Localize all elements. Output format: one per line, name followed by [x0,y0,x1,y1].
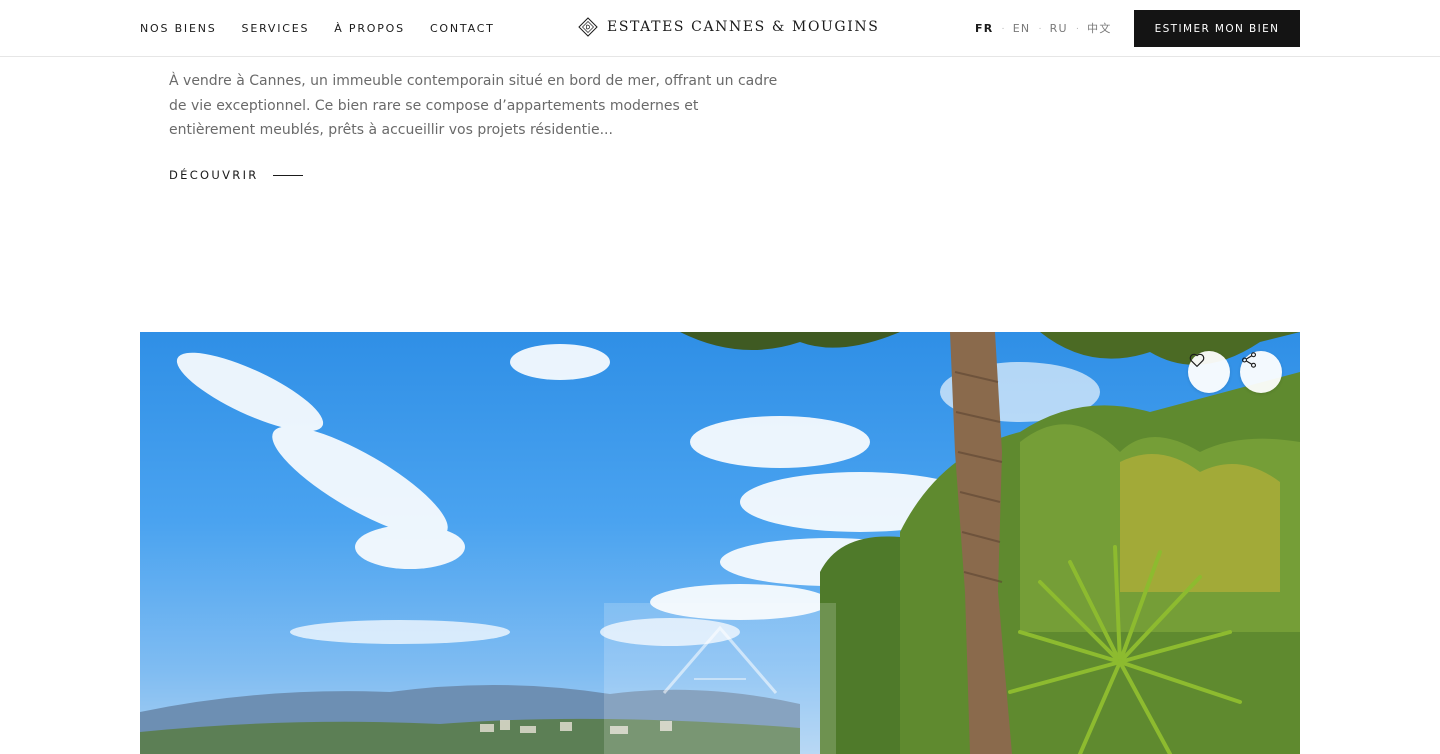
brand-logo[interactable]: ESTATES CANNES & MOUGINS [578,17,879,37]
nav-item-services[interactable]: SERVICES [242,22,310,35]
favorite-button[interactable] [1188,351,1230,393]
house-logo-icon [662,625,778,694]
listing-description: À vendre à Cannes, un immeuble contempor… [169,73,778,138]
nav-item-a-propos[interactable]: À PROPOS [334,22,405,35]
property-photo[interactable] [140,332,1300,754]
nav-item-nos-biens[interactable]: NOS BIENS [140,22,217,35]
share-button[interactable] [1240,351,1282,393]
discover-link[interactable]: DÉCOUVRIR [169,168,303,182]
diamond-logo-icon [578,17,598,37]
lang-separator: · [1075,22,1080,34]
brand-name: ESTATES CANNES & MOUGINS [607,19,880,35]
nav-item-contact[interactable]: CONTACT [430,22,495,35]
discover-label: DÉCOUVRIR [169,168,259,182]
site-header: NOS BIENS SERVICES À PROPOS CONTACT ESTA… [0,0,1440,57]
lang-ru[interactable]: RU [1050,22,1068,35]
estimate-property-button[interactable]: ESTIMER MON BIEN [1134,10,1300,47]
watermark [604,603,836,754]
lang-en[interactable]: EN [1013,22,1031,35]
language-switcher: FR · EN · RU · 中文 [975,0,1112,56]
heart-icon [1189,353,1205,367]
arrow-line-icon [272,174,303,176]
lang-fr[interactable]: FR [975,22,993,35]
lang-zh[interactable]: 中文 [1087,20,1111,36]
share-icon [1241,352,1257,368]
lang-separator: · [1038,22,1042,34]
main-nav: NOS BIENS SERVICES À PROPOS CONTACT [140,0,520,56]
lang-separator: · [1001,22,1005,34]
